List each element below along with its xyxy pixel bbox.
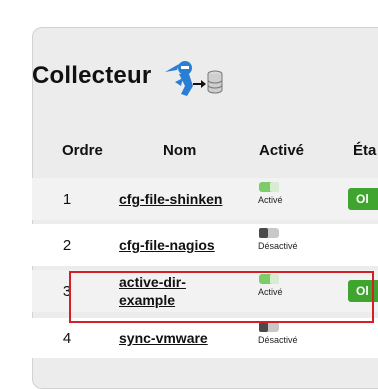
- collector-name-link[interactable]: sync-vmware: [119, 318, 249, 358]
- ninja-to-database-icon: [161, 52, 225, 100]
- enabled-toggle[interactable]: Désactivé: [258, 322, 298, 345]
- toggle-switch[interactable]: [259, 228, 279, 238]
- enabled-toggle[interactable]: Désactivé: [258, 228, 298, 251]
- status-badge: Ol: [348, 280, 378, 302]
- toggle-status-label: Désactivé: [258, 241, 298, 251]
- collector-name-link[interactable]: active-dir-example: [119, 270, 229, 312]
- collector-name-link[interactable]: cfg-file-nagios: [119, 224, 249, 266]
- toggle-switch[interactable]: [259, 274, 279, 284]
- collector-name-link[interactable]: cfg-file-shinken: [119, 178, 249, 220]
- panel-title: Collecteur: [32, 62, 152, 89]
- row-order: 1: [62, 190, 72, 208]
- status-badge: Ol: [348, 188, 378, 210]
- toggle-status-label: Activé: [258, 195, 283, 205]
- column-header-active[interactable]: Activé: [259, 136, 304, 164]
- column-header-nom[interactable]: Nom: [163, 136, 196, 164]
- toggle-status-label: Activé: [258, 287, 283, 297]
- row-order: 2: [62, 236, 72, 254]
- toggle-switch[interactable]: [259, 182, 279, 192]
- panel-header: Collecteur: [32, 46, 225, 106]
- table-row: 2 cfg-file-nagios Désactivé: [32, 224, 378, 266]
- row-order: 3: [62, 282, 72, 300]
- table-row: 1 cfg-file-shinken Activé Ol: [32, 178, 378, 220]
- table-row: 3 active-dir-example Activé Ol: [32, 270, 378, 312]
- enabled-toggle[interactable]: Activé: [258, 182, 283, 205]
- column-header-etat[interactable]: Éta: [353, 136, 376, 164]
- column-header-ordre[interactable]: Ordre: [62, 136, 103, 164]
- row-order: 4: [62, 329, 72, 347]
- toggle-status-label: Désactivé: [258, 335, 298, 345]
- table-row: 4 sync-vmware Désactivé: [32, 318, 378, 358]
- toggle-switch[interactable]: [259, 322, 279, 332]
- enabled-toggle[interactable]: Activé: [258, 274, 283, 297]
